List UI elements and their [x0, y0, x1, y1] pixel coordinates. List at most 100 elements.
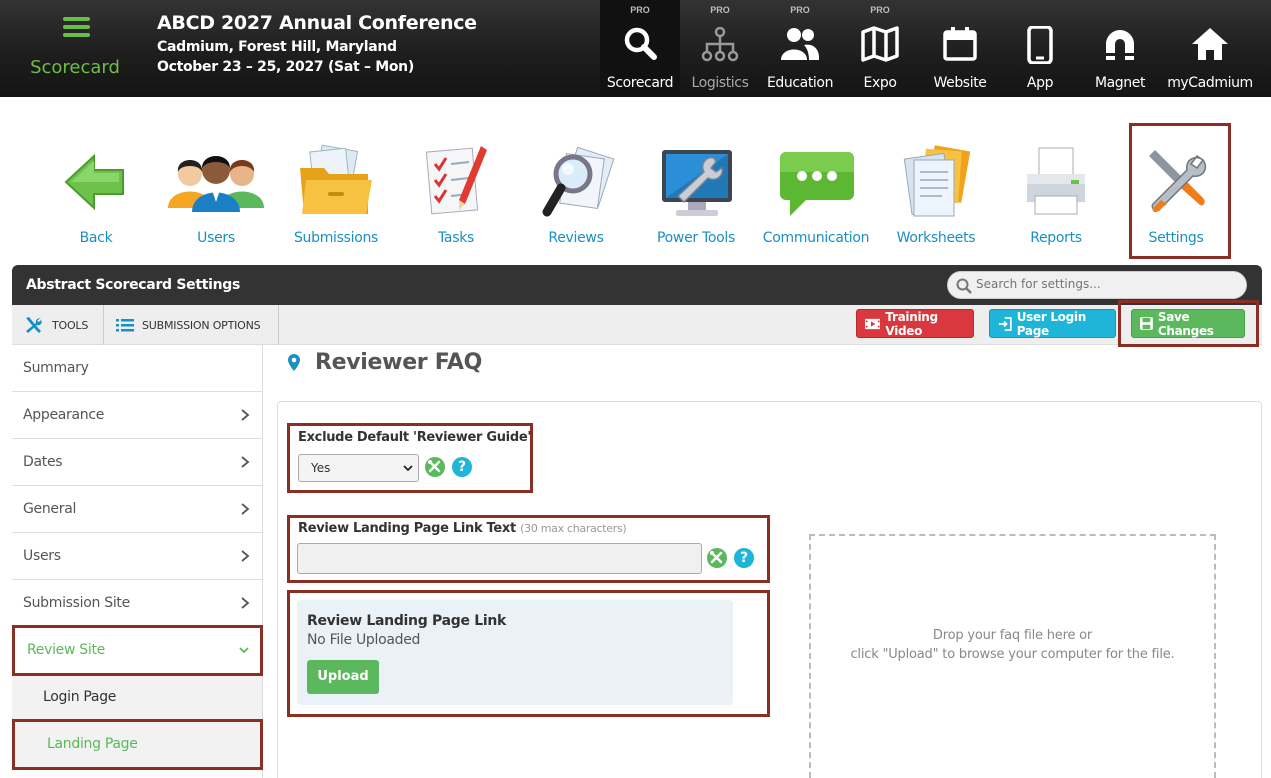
sidebar-item-submission-site[interactable]: Submission Site [12, 580, 262, 627]
app-worksheets[interactable]: Worksheets [876, 130, 996, 255]
user-login-page-label: User Login Page [1016, 309, 1087, 338]
topnav-mycadmium[interactable]: myCadmium [1160, 0, 1260, 97]
topnav-magnet[interactable]: Magnet [1080, 0, 1160, 97]
tools-icon [26, 317, 42, 333]
training-video-label: Training Video [885, 309, 938, 338]
sidebar-item-login-page[interactable]: Login Page [12, 674, 262, 721]
brand[interactable]: Scorecard [0, 0, 150, 97]
event-title: ABCD 2027 Annual Conference [157, 12, 477, 34]
sidebar-item-summary[interactable]: Summary [12, 345, 262, 392]
sidebar-item-appearance[interactable]: Appearance [12, 392, 262, 439]
app-label: Communication [762, 230, 870, 246]
hamburger-menu-icon[interactable] [63, 17, 90, 37]
upload-status: No File Uploaded [307, 632, 421, 648]
page-title: Reviewer FAQ [315, 350, 483, 375]
pro-badge: PRO [870, 5, 890, 15]
app-submissions[interactable]: Submissions [276, 130, 396, 255]
drop-line-1: Drop your faq file here or [932, 628, 1093, 643]
topnav-label: Website [933, 75, 987, 91]
link-text-input[interactable] [297, 543, 702, 574]
tools-button[interactable]: TOOLS [12, 305, 104, 345]
top-nav: PRO Scorecard PRO Logistics PRO Educatio… [600, 0, 1260, 97]
sidebar-item-label: Login Page [43, 689, 117, 705]
upload-title: Review Landing Page Link [307, 613, 507, 629]
settings-search[interactable] [947, 271, 1247, 299]
submission-options-label: SUBMISSION OPTIONS [142, 318, 261, 332]
topnav-website[interactable]: Website [920, 0, 1000, 97]
app-back[interactable]: Back [36, 130, 156, 255]
link-text-label: Review Landing Page Link Text (30 max ch… [298, 521, 627, 536]
topnav-scorecard[interactable]: PRO Scorecard [600, 0, 680, 97]
app-label: Reports [1030, 230, 1082, 246]
map-pin-icon [288, 353, 300, 371]
topnav-label: Logistics [691, 75, 749, 91]
settings-search-input[interactable] [976, 277, 1236, 291]
app-label: Back [79, 230, 113, 246]
app-label: Submissions [293, 230, 379, 246]
topnav-label: Expo [863, 75, 897, 91]
people-icon [760, 26, 840, 62]
wrench-icon [428, 460, 441, 473]
app-power-tools[interactable]: Power Tools [636, 130, 756, 255]
sidebar-item-label: Users [23, 548, 61, 564]
sidebar-item-landing-page[interactable]: Landing Page [12, 721, 262, 768]
pro-badge: PRO [630, 5, 650, 15]
settings-sidebar: Summary Appearance Dates General Users S… [12, 345, 263, 778]
topnav-app[interactable]: App [1000, 0, 1080, 97]
topnav-logistics[interactable]: PRO Logistics [680, 0, 760, 97]
help-button[interactable]: ? [734, 548, 754, 568]
link-text-label-text: Review Landing Page Link Text [298, 521, 516, 536]
sidebar-item-label: Summary [23, 360, 89, 376]
chevron-right-icon [241, 456, 250, 468]
sidebar-item-label: Submission Site [23, 595, 130, 611]
help-button[interactable]: ? [452, 457, 472, 477]
app-tasks[interactable]: Tasks [396, 130, 516, 255]
folder-icon [296, 142, 376, 222]
chat-bubble-icon [776, 142, 856, 222]
pro-badge: PRO [710, 5, 730, 15]
checklist-icon [421, 142, 491, 222]
app-settings[interactable]: Settings [1116, 130, 1236, 255]
help-glyph: ? [457, 459, 467, 475]
chevron-right-icon [241, 597, 250, 609]
app-label: Reviews [548, 230, 604, 246]
top-header: Scorecard ABCD 2027 Annual Conference Ca… [0, 0, 1271, 97]
training-video-button[interactable]: Training Video [856, 309, 974, 338]
app-label: Worksheets [896, 230, 976, 246]
app-communication[interactable]: Communication [756, 130, 876, 255]
sign-in-icon [998, 316, 1012, 331]
app-users[interactable]: Users [156, 130, 276, 255]
save-changes-label: Save Changes [1157, 309, 1214, 338]
app-label: Tasks [437, 230, 474, 246]
submission-options-button[interactable]: SUBMISSION OPTIONS [104, 305, 279, 345]
toolbar: TOOLS SUBMISSION OPTIONS Training Video … [12, 305, 1262, 345]
app-reports[interactable]: Reports [996, 130, 1116, 255]
wrench-tool-button[interactable] [707, 548, 727, 568]
panel-title: Abstract Scorecard Settings [26, 277, 241, 293]
user-login-page-button[interactable]: User Login Page [989, 309, 1116, 338]
map-icon [840, 26, 920, 62]
topnav-expo[interactable]: PRO Expo [840, 0, 920, 97]
file-drop-zone[interactable]: Drop your faq file here or click "Upload… [809, 534, 1216, 778]
sidebar-item-label: Review Site [27, 642, 105, 658]
list-icon [116, 319, 134, 332]
app-label: Users [197, 230, 235, 246]
sidebar-item-review-site[interactable]: Review Site [12, 627, 262, 674]
sidebar-item-dates[interactable]: Dates [12, 439, 262, 486]
save-changes-button[interactable]: Save Changes [1131, 309, 1245, 338]
wrench-tool-button[interactable] [425, 457, 445, 477]
app-label: Power Tools [657, 230, 735, 246]
documents-icon [896, 142, 976, 222]
sidebar-item-label: General [23, 501, 77, 517]
chevron-down-icon [239, 647, 249, 654]
upload-button[interactable]: Upload [307, 660, 379, 694]
tools-label: TOOLS [52, 318, 89, 332]
brand-name: Scorecard [30, 57, 120, 78]
event-location: Cadmium, Forest Hill, Maryland [157, 39, 397, 55]
sidebar-item-general[interactable]: General [12, 486, 262, 533]
exclude-default-select[interactable]: Yes [298, 454, 419, 482]
sidebar-item-users[interactable]: Users [12, 533, 262, 580]
topnav-education[interactable]: PRO Education [760, 0, 840, 97]
magnifier-icon [541, 142, 615, 222]
app-reviews[interactable]: Reviews [516, 130, 636, 255]
